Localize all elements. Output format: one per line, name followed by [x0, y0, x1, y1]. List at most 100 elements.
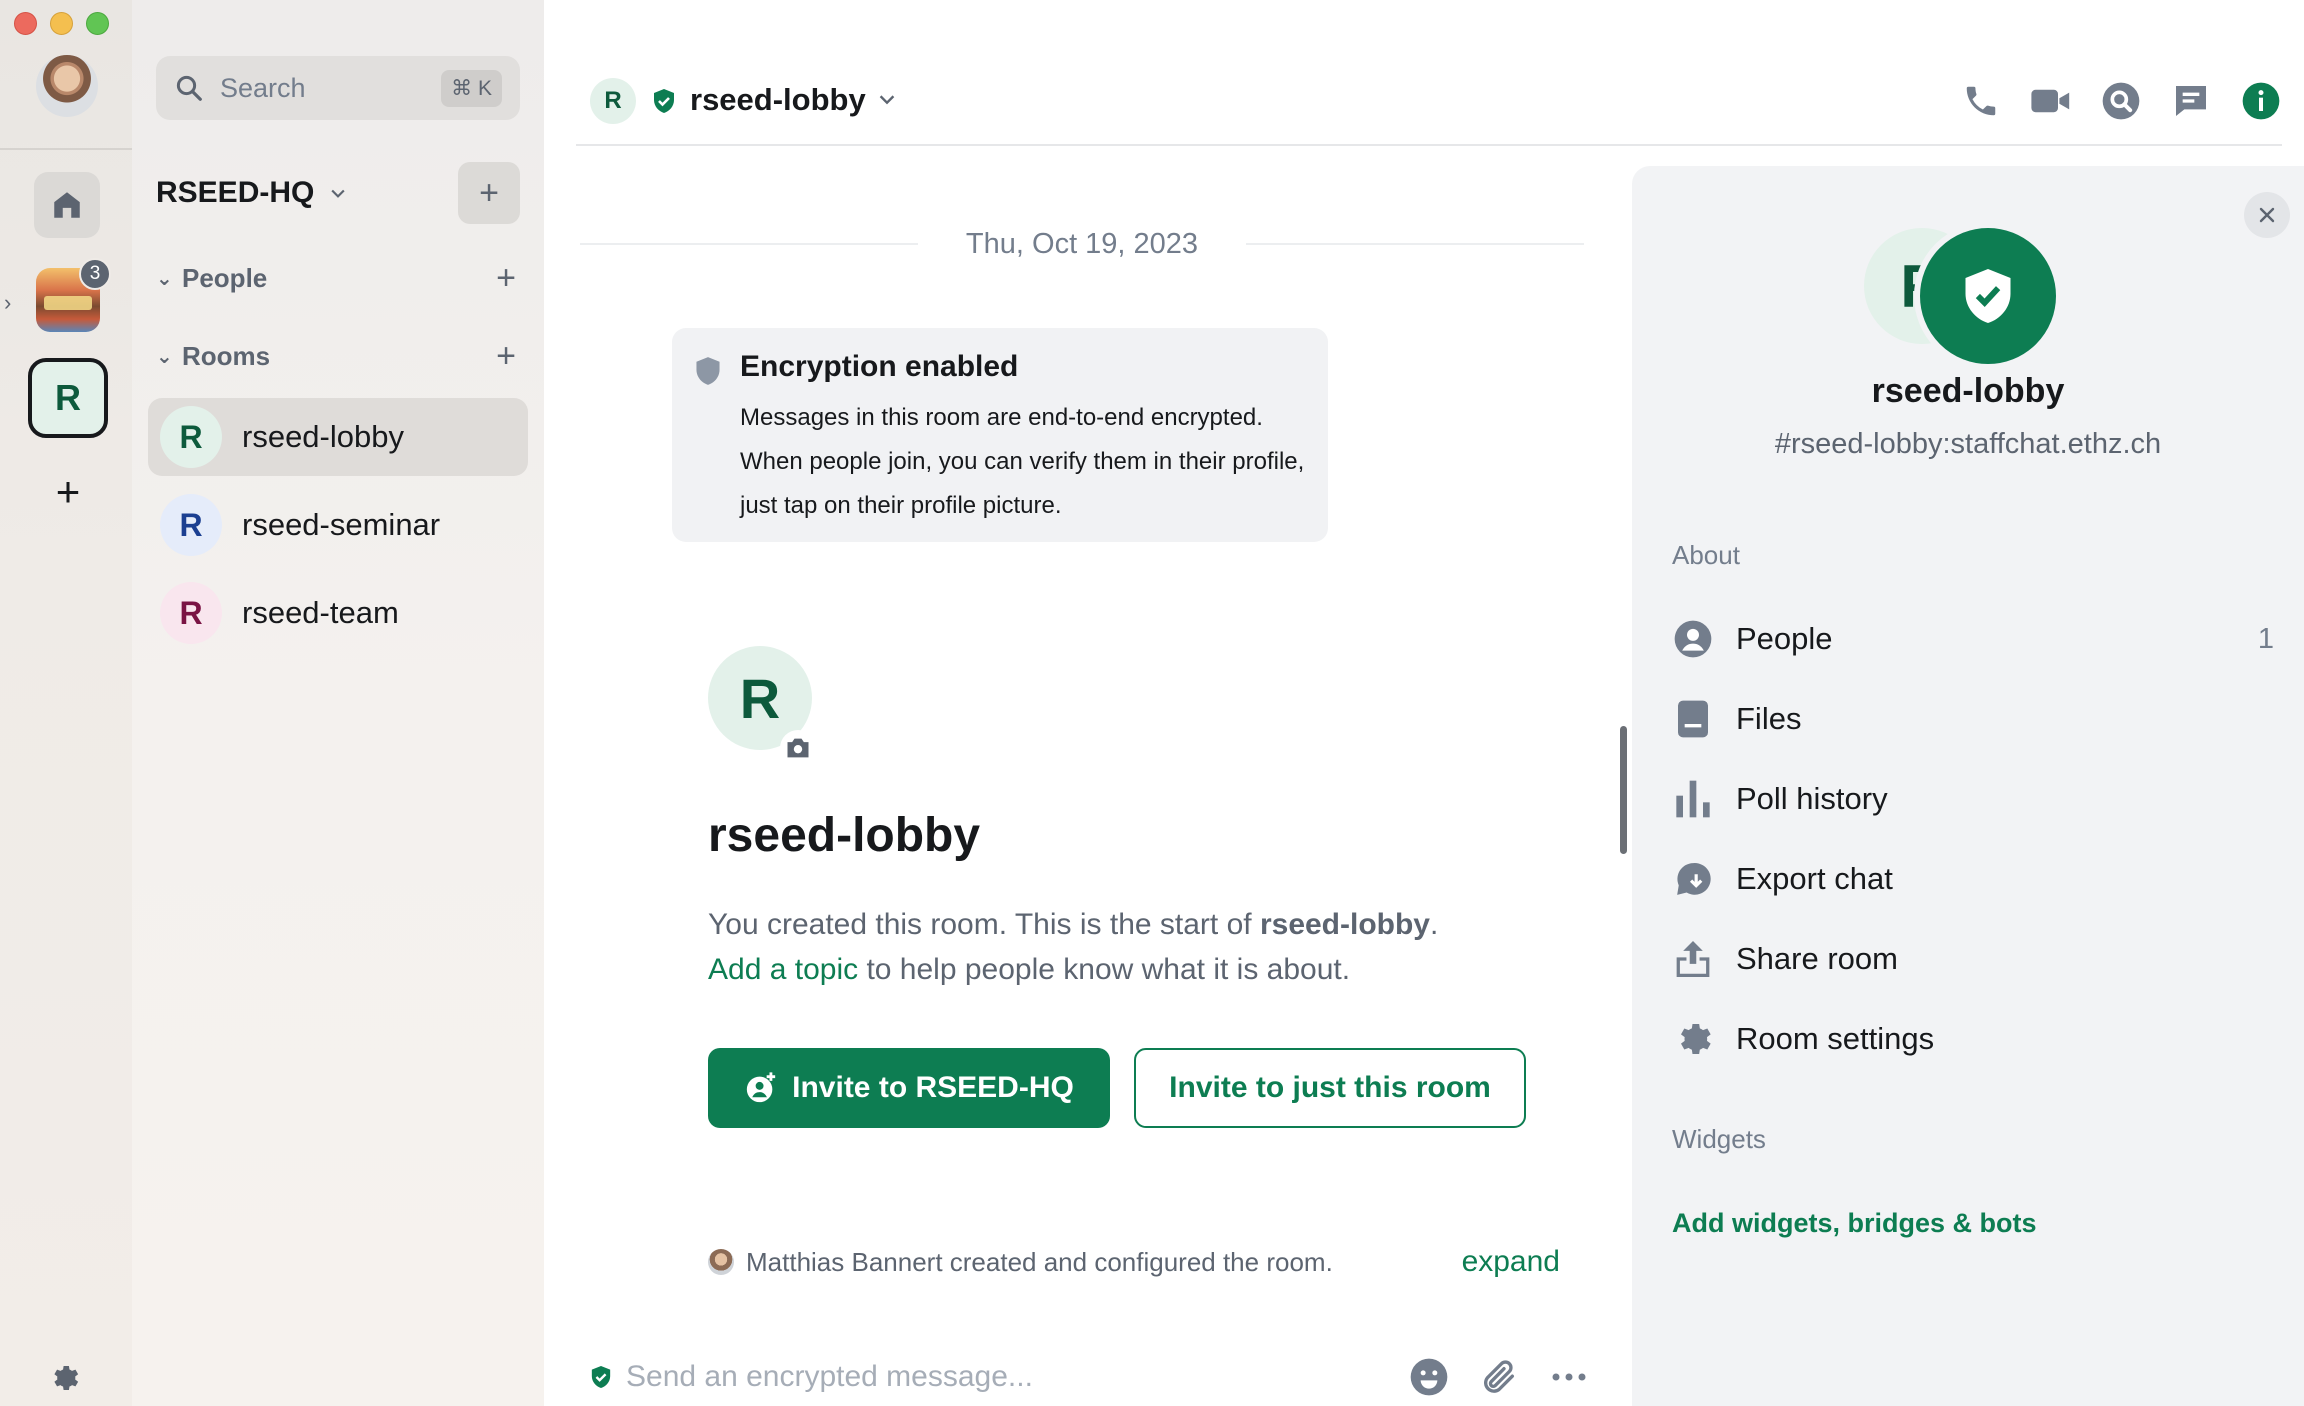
room-name: rseed-lobby — [242, 419, 404, 454]
room-settings-item[interactable]: Room settings — [1672, 1014, 2274, 1064]
date-separator: Thu, Oct 19, 2023 — [580, 222, 1584, 266]
gear-icon — [54, 1366, 79, 1390]
avatar — [708, 1249, 734, 1275]
threads-button[interactable] — [2170, 80, 2212, 122]
room-info-button[interactable] — [2240, 80, 2282, 122]
room-header-avatar[interactable]: R — [590, 78, 636, 124]
video-call-button[interactable] — [2030, 80, 2072, 122]
intro-text-room: rseed-lobby — [1259, 908, 1430, 941]
minimize-window-button[interactable] — [50, 12, 73, 35]
add-room-in-section-button[interactable]: + — [496, 337, 520, 376]
creation-summary-text: Matthias Bannert created and configured … — [746, 1246, 1333, 1277]
section-label: Rooms — [182, 340, 271, 371]
poll-history-label: Poll history — [1736, 781, 1888, 816]
room-intro-text: You created this room. This is the start… — [708, 902, 1588, 992]
notification-badge: 3 — [79, 258, 111, 290]
add-topic-link[interactable]: Add a topic — [708, 953, 858, 986]
space-r-active[interactable]: R — [28, 358, 108, 438]
divider — [0, 148, 132, 150]
divider — [580, 243, 918, 245]
room-name: rseed-seminar — [242, 507, 441, 542]
people-label: People — [1736, 621, 1833, 656]
space-r-letter: R — [55, 377, 81, 418]
date-label: Thu, Oct 19, 2023 — [965, 227, 1199, 260]
section-people[interactable]: ⌄ People + — [156, 258, 520, 298]
poll-icon — [1676, 780, 1710, 818]
space-menu-button[interactable]: RSEED-HQ — [156, 176, 348, 210]
add-person-button[interactable]: + — [496, 259, 520, 298]
invite-to-room-button[interactable]: Invite to just this room — [1134, 1048, 1526, 1128]
invite-to-space-button[interactable]: Invite to RSEED-HQ — [708, 1048, 1110, 1128]
widgets-heading: Widgets — [1672, 1124, 1766, 1154]
room-name: rseed-team — [242, 595, 399, 630]
create-space-button[interactable]: + — [48, 471, 88, 513]
room-item-rseed-team[interactable]: R rseed-team — [148, 574, 528, 652]
home-space-button[interactable] — [34, 172, 100, 238]
room-item-rseed-lobby[interactable]: R rseed-lobby — [148, 398, 528, 476]
search-placeholder: Search — [220, 72, 306, 103]
camera-icon — [787, 738, 809, 758]
phone-icon — [1966, 86, 1996, 116]
room-title[interactable]: rseed-lobby — [690, 82, 866, 118]
info-icon — [2242, 82, 2280, 120]
room-avatar: R — [160, 406, 222, 468]
expand-space-chevron-icon[interactable]: › — [4, 290, 20, 315]
zoom-window-button[interactable] — [86, 12, 109, 35]
poll-history-item[interactable]: Poll history — [1672, 774, 2274, 824]
header-actions — [1960, 80, 2282, 122]
room-info-panel: R rseed-lobby #rseed-lobby:staffchat.eth… — [1632, 166, 2304, 1406]
verified-shield-icon — [1965, 269, 2011, 323]
search-icon — [2102, 82, 2140, 120]
person-icon — [1674, 620, 1712, 658]
close-window-button[interactable] — [14, 12, 37, 35]
share-room-item[interactable]: Share room — [1672, 934, 2274, 984]
emoji-icon — [1410, 1358, 1448, 1396]
threads-icon — [2176, 86, 2206, 116]
divider — [1246, 243, 1584, 245]
intro-text-after: . — [1430, 908, 1439, 941]
add-room-button[interactable]: + — [458, 162, 520, 224]
close-icon — [2259, 207, 2275, 223]
chevron-down-icon: ⌄ — [156, 345, 173, 368]
room-list-panel: Search ⌘ K RSEED-HQ + ⌄ People + ⌄ Rooms… — [132, 0, 544, 1406]
expand-link[interactable]: expand — [1462, 1245, 1560, 1279]
video-camera-icon — [2031, 89, 2070, 113]
section-rooms[interactable]: ⌄ Rooms + — [156, 336, 520, 376]
people-item[interactable]: People 1 — [1672, 614, 2274, 664]
export-chat-icon — [1677, 863, 1711, 895]
add-widgets-link[interactable]: Add widgets, bridges & bots — [1672, 1208, 2037, 1239]
chevron-down-icon[interactable] — [876, 88, 898, 110]
share-icon — [1676, 941, 1710, 977]
room-avatar: R — [160, 494, 222, 556]
verified-shield-icon — [654, 89, 674, 113]
room-settings-label: Room settings — [1736, 1021, 1935, 1056]
user-avatar[interactable] — [36, 55, 98, 117]
encryption-title: Encryption enabled — [740, 350, 1019, 383]
encryption-notice: Encryption enabled Messages in this room… — [672, 328, 1328, 542]
gear-icon — [1681, 1024, 1711, 1054]
files-label: Files — [1736, 701, 1802, 736]
close-panel-button[interactable] — [2244, 192, 2290, 238]
search-button[interactable]: Search ⌘ K — [156, 56, 520, 120]
room-search-button[interactable] — [2100, 80, 2142, 122]
timeline-scrollbar[interactable] — [1620, 726, 1627, 854]
emoji-button[interactable] — [1408, 1356, 1450, 1398]
composer-tools — [1408, 1356, 1590, 1398]
verified-badge — [1914, 222, 2062, 370]
message-input[interactable]: Send an encrypted message... — [626, 1360, 1033, 1394]
more-options-button[interactable] — [1548, 1356, 1590, 1398]
search-shortcut: ⌘ K — [441, 69, 502, 107]
upload-avatar-button[interactable] — [780, 730, 816, 766]
files-item[interactable]: Files — [1672, 694, 2274, 744]
about-heading: About — [1672, 540, 1740, 570]
voice-call-button[interactable] — [1960, 80, 2002, 122]
quick-settings-button[interactable] — [48, 1362, 80, 1394]
space-bar: › 3 R + — [0, 0, 132, 1406]
space-name: RSEED-HQ — [156, 176, 315, 209]
room-alias: #rseed-lobby:staffchat.ethz.ch — [1774, 428, 2162, 460]
attach-button[interactable] — [1478, 1356, 1520, 1398]
export-chat-item[interactable]: Export chat — [1672, 854, 2274, 904]
share-room-label: Share room — [1736, 941, 1898, 976]
room-item-rseed-seminar[interactable]: R rseed-seminar — [148, 486, 528, 564]
room-creation-summary: Matthias Bannert created and configured … — [708, 1244, 1560, 1280]
